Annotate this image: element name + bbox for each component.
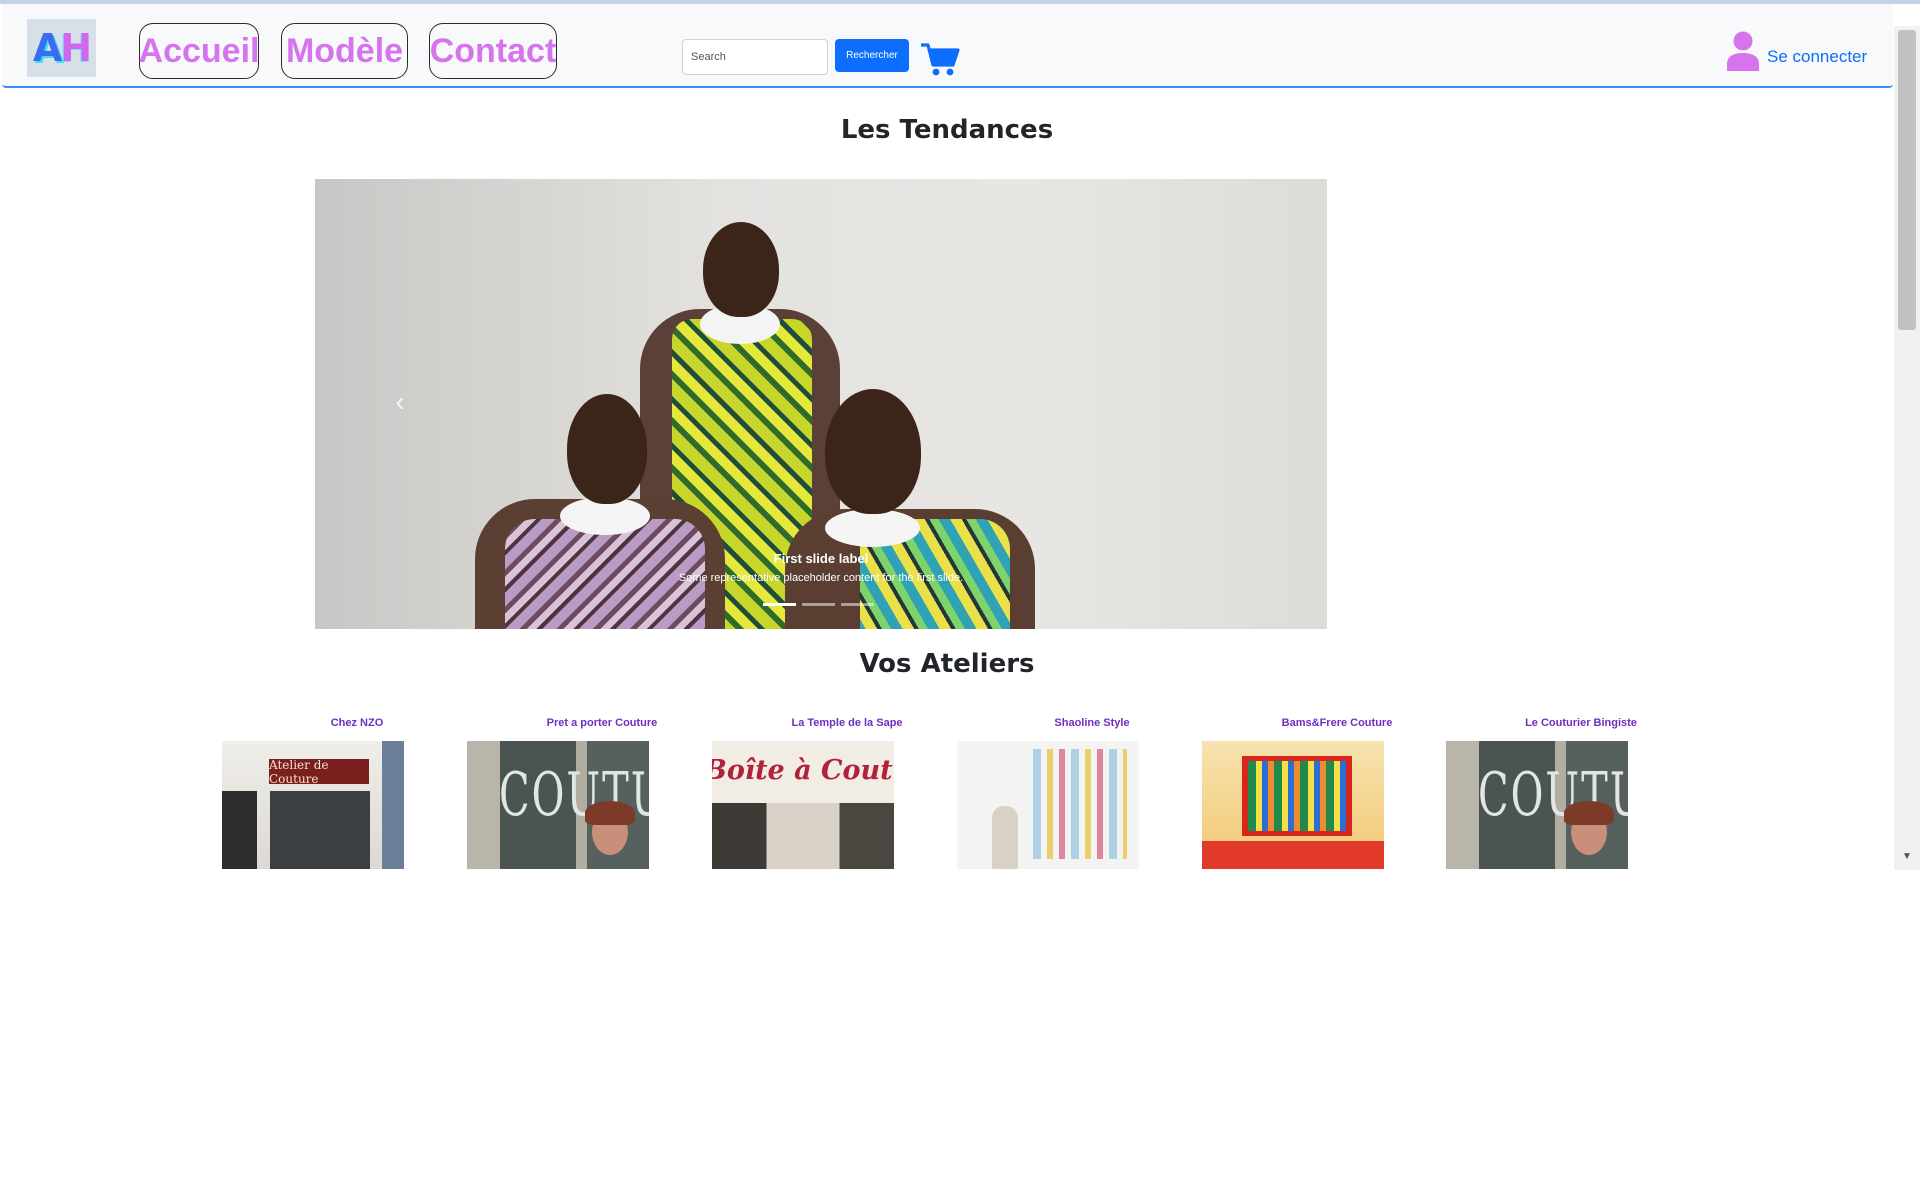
workshop-card[interactable]: Pret a porter Couture COUTURE [467,717,657,869]
search-button[interactable]: Rechercher [835,39,909,72]
carousel-indicator-2[interactable] [802,603,835,606]
workshop-name[interactable]: Bams&Frere Couture [1246,717,1428,737]
slide-label: First slide label [773,551,869,566]
carousel-indicator-3[interactable] [841,603,874,606]
nav-link-contact[interactable]: Contact [429,23,557,79]
workshop-name[interactable]: Le Couturier Bingiste [1490,717,1672,737]
search-input[interactable] [682,39,828,75]
carousel-indicators [763,603,874,606]
login-label: Se connecter [1767,47,1868,66]
user-icon [1727,31,1759,71]
workshop-image[interactable]: Atelier de Couture [222,741,404,869]
logo-letter-a: A [32,26,62,70]
trends-carousel: ‹ First slide label Some representative … [315,179,1327,629]
workshop-image[interactable]: Boîte à Couture [712,741,894,869]
nav-link-accueil[interactable]: Accueil [139,23,259,79]
navbar: AH Accueil Modèle Contact Rechercher Se … [2,4,1893,88]
slide-text: Some representative placeholder content … [678,572,964,584]
workshop-image[interactable] [957,741,1139,869]
scrollbar-thumb[interactable] [1898,30,1916,330]
workshop-name[interactable]: Chez NZO [266,717,448,737]
carousel-indicator-1[interactable] [763,603,796,606]
cart-icon[interactable] [920,42,960,78]
workshops-title: Vos Ateliers [859,649,1035,679]
shop-sign: Boîte à Couture [712,755,894,786]
workshop-name[interactable]: Shaoline Style [1001,717,1183,737]
workshop-name[interactable]: La Temple de la Sape [756,717,938,737]
brand-logo[interactable]: AH [27,19,96,77]
workshop-image[interactable] [1202,741,1384,869]
login-link[interactable]: Se connecter [1725,29,1867,73]
workshop-card[interactable]: Bams&Frere Couture [1202,717,1392,869]
workshop-name[interactable]: Pret a porter Couture [511,717,693,737]
shop-sign: Atelier de Couture [269,758,369,786]
nav-link-modele[interactable]: Modèle [281,23,408,79]
carousel-caption: First slide label Some representative pl… [315,551,1327,584]
carousel-prev-icon[interactable]: ‹ [387,386,413,417]
workshop-card[interactable]: La Temple de la Sape Boîte à Couture [712,717,903,869]
trends-title: Les Tendances [840,115,1054,145]
logo-letter-h: H [60,26,92,70]
scroll-down-arrow-icon[interactable]: ▼ [1898,848,1916,866]
workshop-image[interactable]: COUTURE [1446,741,1628,869]
workshop-image[interactable]: COUTURE [467,741,649,869]
workshop-card[interactable]: Le Couturier Bingiste COUTURE [1446,717,1637,869]
workshop-card[interactable]: Chez NZO Atelier de Couture [222,717,404,869]
workshop-card[interactable]: Shaoline Style [957,717,1139,869]
